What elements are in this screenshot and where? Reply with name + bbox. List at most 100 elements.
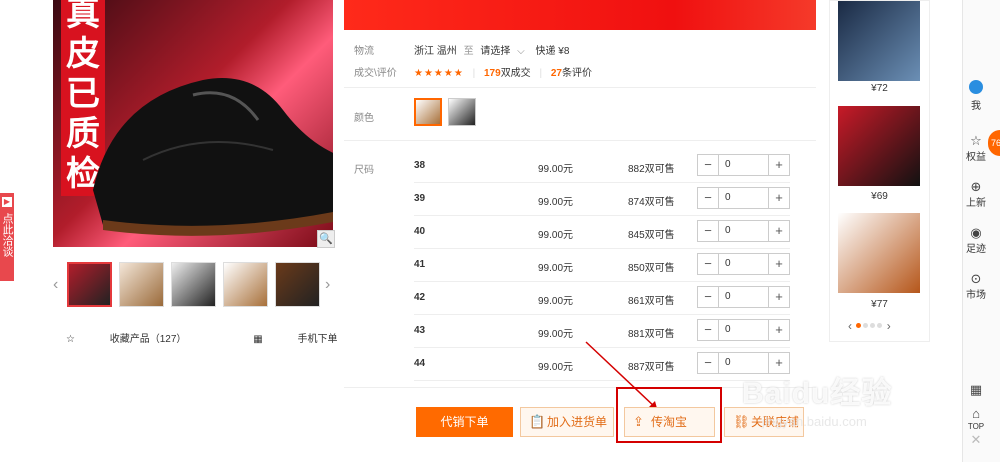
- quantity-stepper: − 0 +: [697, 220, 790, 242]
- star-outline-icon: ☆: [66, 334, 75, 345]
- recommend-item-image[interactable]: [838, 106, 920, 186]
- quantity-stepper: − 0 +: [697, 154, 790, 176]
- decrement-button[interactable]: −: [698, 188, 718, 208]
- thumbnail-1[interactable]: [67, 262, 112, 307]
- clipboard-icon: 📋: [529, 414, 546, 429]
- close-icon: ✕: [970, 432, 982, 447]
- logistics-info: 浙江 温州 至 请选择 ⌵ 快递 ¥8: [414, 42, 569, 57]
- thumbnail-5[interactable]: [275, 262, 320, 307]
- increment-button[interactable]: +: [769, 188, 789, 208]
- decrement-button[interactable]: −: [698, 155, 718, 175]
- size-row: 38 99.00元 882双可售 − 0 +: [414, 150, 790, 183]
- increment-button[interactable]: +: [769, 254, 789, 274]
- pager-dot[interactable]: [877, 323, 883, 328]
- recommend-item-image[interactable]: [838, 213, 920, 293]
- size-stock: 861双可售: [628, 296, 675, 307]
- deals-unit: 双成交: [500, 68, 531, 79]
- color-swatch-brown[interactable]: [414, 98, 442, 126]
- expand-arrow-icon: ▶: [2, 197, 12, 207]
- pager-dot[interactable]: [870, 323, 876, 328]
- to-text: 至: [463, 46, 474, 57]
- toolbar-market[interactable]: ⊙ 市场: [963, 271, 989, 302]
- size-stock: 882双可售: [628, 164, 675, 175]
- size-stock: 881双可售: [628, 329, 675, 340]
- size-stock: 845双可售: [628, 230, 675, 241]
- decrement-button[interactable]: −: [698, 221, 718, 241]
- toolbar-benefits[interactable]: ☆ 权益: [963, 134, 989, 164]
- quantity-input[interactable]: 0: [718, 188, 769, 208]
- toolbar-top[interactable]: ⌂ TOP: [963, 407, 989, 432]
- decrement-button[interactable]: −: [698, 353, 718, 373]
- size-row: 40 99.00元 845双可售 − 0 +: [414, 216, 790, 249]
- plus-circle-icon: ⊕: [970, 179, 982, 194]
- size-value: 41: [414, 259, 426, 270]
- pager-next-icon[interactable]: ›: [887, 319, 891, 333]
- increment-button[interactable]: +: [769, 155, 789, 175]
- thumbnail-3[interactable]: [171, 262, 216, 307]
- avatar-icon: [969, 80, 983, 94]
- express-fee: 快递 ¥8: [535, 46, 570, 57]
- size-price: 99.00元: [538, 263, 574, 274]
- right-toolbar: 我 ☆ 权益 ⊕ 上新 ◉ 足迹 ⊙ 市场 ▦ ⌂ TOP ✕: [962, 0, 1000, 462]
- chevron-down-icon[interactable]: ⌵: [517, 46, 525, 57]
- quantity-input[interactable]: 0: [718, 320, 769, 340]
- increment-button[interactable]: +: [769, 221, 789, 241]
- consign-order-button[interactable]: 代销下单: [416, 407, 513, 437]
- size-price: 99.00元: [538, 362, 574, 373]
- size-price: 99.00元: [538, 197, 574, 208]
- increment-button[interactable]: +: [769, 320, 789, 340]
- collect-product-link[interactable]: ☆ 收藏产品（127）: [66, 334, 218, 345]
- color-swatch-black[interactable]: [448, 98, 476, 126]
- main-product-image[interactable]: 真皮已质检: [53, 0, 333, 247]
- quantity-stepper: − 0 +: [697, 286, 790, 308]
- favorites-row: ☆ 收藏产品（127） ▦ 手机下单: [66, 330, 401, 345]
- add-to-list-button[interactable]: 📋 加入进货单: [520, 407, 614, 437]
- mobile-order-link[interactable]: ▦ 手机下单: [253, 334, 369, 345]
- size-stock: 874双可售: [628, 197, 675, 208]
- eye-icon: ◉: [970, 225, 982, 240]
- thumbnail-4[interactable]: [223, 262, 268, 307]
- consult-side-tab[interactable]: ▶ 点此洽谈: [0, 193, 14, 281]
- size-price: 99.00元: [538, 230, 574, 241]
- rating-row: ★★★★★ | 179双成交 | 27条评价: [414, 68, 592, 79]
- size-row: 42 99.00元 861双可售 − 0 +: [414, 282, 790, 315]
- toolbar-me[interactable]: 我: [963, 80, 989, 112]
- rating-stars: ★★★★★: [414, 68, 464, 79]
- size-value: 39: [414, 193, 426, 204]
- color-label: 颜色: [354, 113, 374, 124]
- decrement-button[interactable]: −: [698, 287, 718, 307]
- toolbar-qr[interactable]: ▦: [963, 383, 989, 397]
- thumb-next-icon[interactable]: ›: [325, 276, 330, 294]
- reviews-count[interactable]: 27: [551, 68, 562, 79]
- quantity-stepper: − 0 +: [697, 319, 790, 341]
- recommend-item-image[interactable]: [838, 1, 920, 81]
- consult-label: 点此洽谈: [1, 213, 13, 257]
- toolbar-new[interactable]: ⊕ 上新: [963, 179, 989, 210]
- thumb-prev-icon[interactable]: ‹: [53, 276, 58, 294]
- increment-button[interactable]: +: [769, 287, 789, 307]
- deals-count[interactable]: 179: [484, 68, 501, 79]
- location-pin-icon: ⊙: [970, 271, 982, 286]
- decrement-button[interactable]: −: [698, 254, 718, 274]
- toolbar-footprint[interactable]: ◉ 足迹: [963, 225, 989, 256]
- quantity-input[interactable]: 0: [718, 287, 769, 307]
- quantity-input[interactable]: 0: [718, 254, 769, 274]
- destination-select[interactable]: 请选择: [480, 46, 510, 57]
- section-divider: [344, 87, 816, 88]
- recommend-pager: ‹ ›: [848, 319, 891, 333]
- origin-text: 浙江 温州: [414, 46, 457, 57]
- quantity-input[interactable]: 0: [718, 155, 769, 175]
- baidu-watermark: Baidu经验: [742, 377, 893, 410]
- pager-prev-icon[interactable]: ‹: [848, 319, 852, 333]
- pager-dot[interactable]: [863, 323, 869, 328]
- toolbar-close[interactable]: ✕: [963, 433, 989, 447]
- pager-dot[interactable]: [856, 323, 862, 328]
- zoom-icon[interactable]: 🔍: [317, 230, 335, 248]
- decrement-button[interactable]: −: [698, 320, 718, 340]
- size-value: 43: [414, 325, 426, 336]
- recommend-price: ¥77: [871, 299, 888, 310]
- quantity-input[interactable]: 0: [718, 221, 769, 241]
- watermark-url: jingyan.baidu.com: [762, 414, 867, 429]
- highlight-box: [616, 387, 722, 443]
- thumbnail-2[interactable]: [119, 262, 164, 307]
